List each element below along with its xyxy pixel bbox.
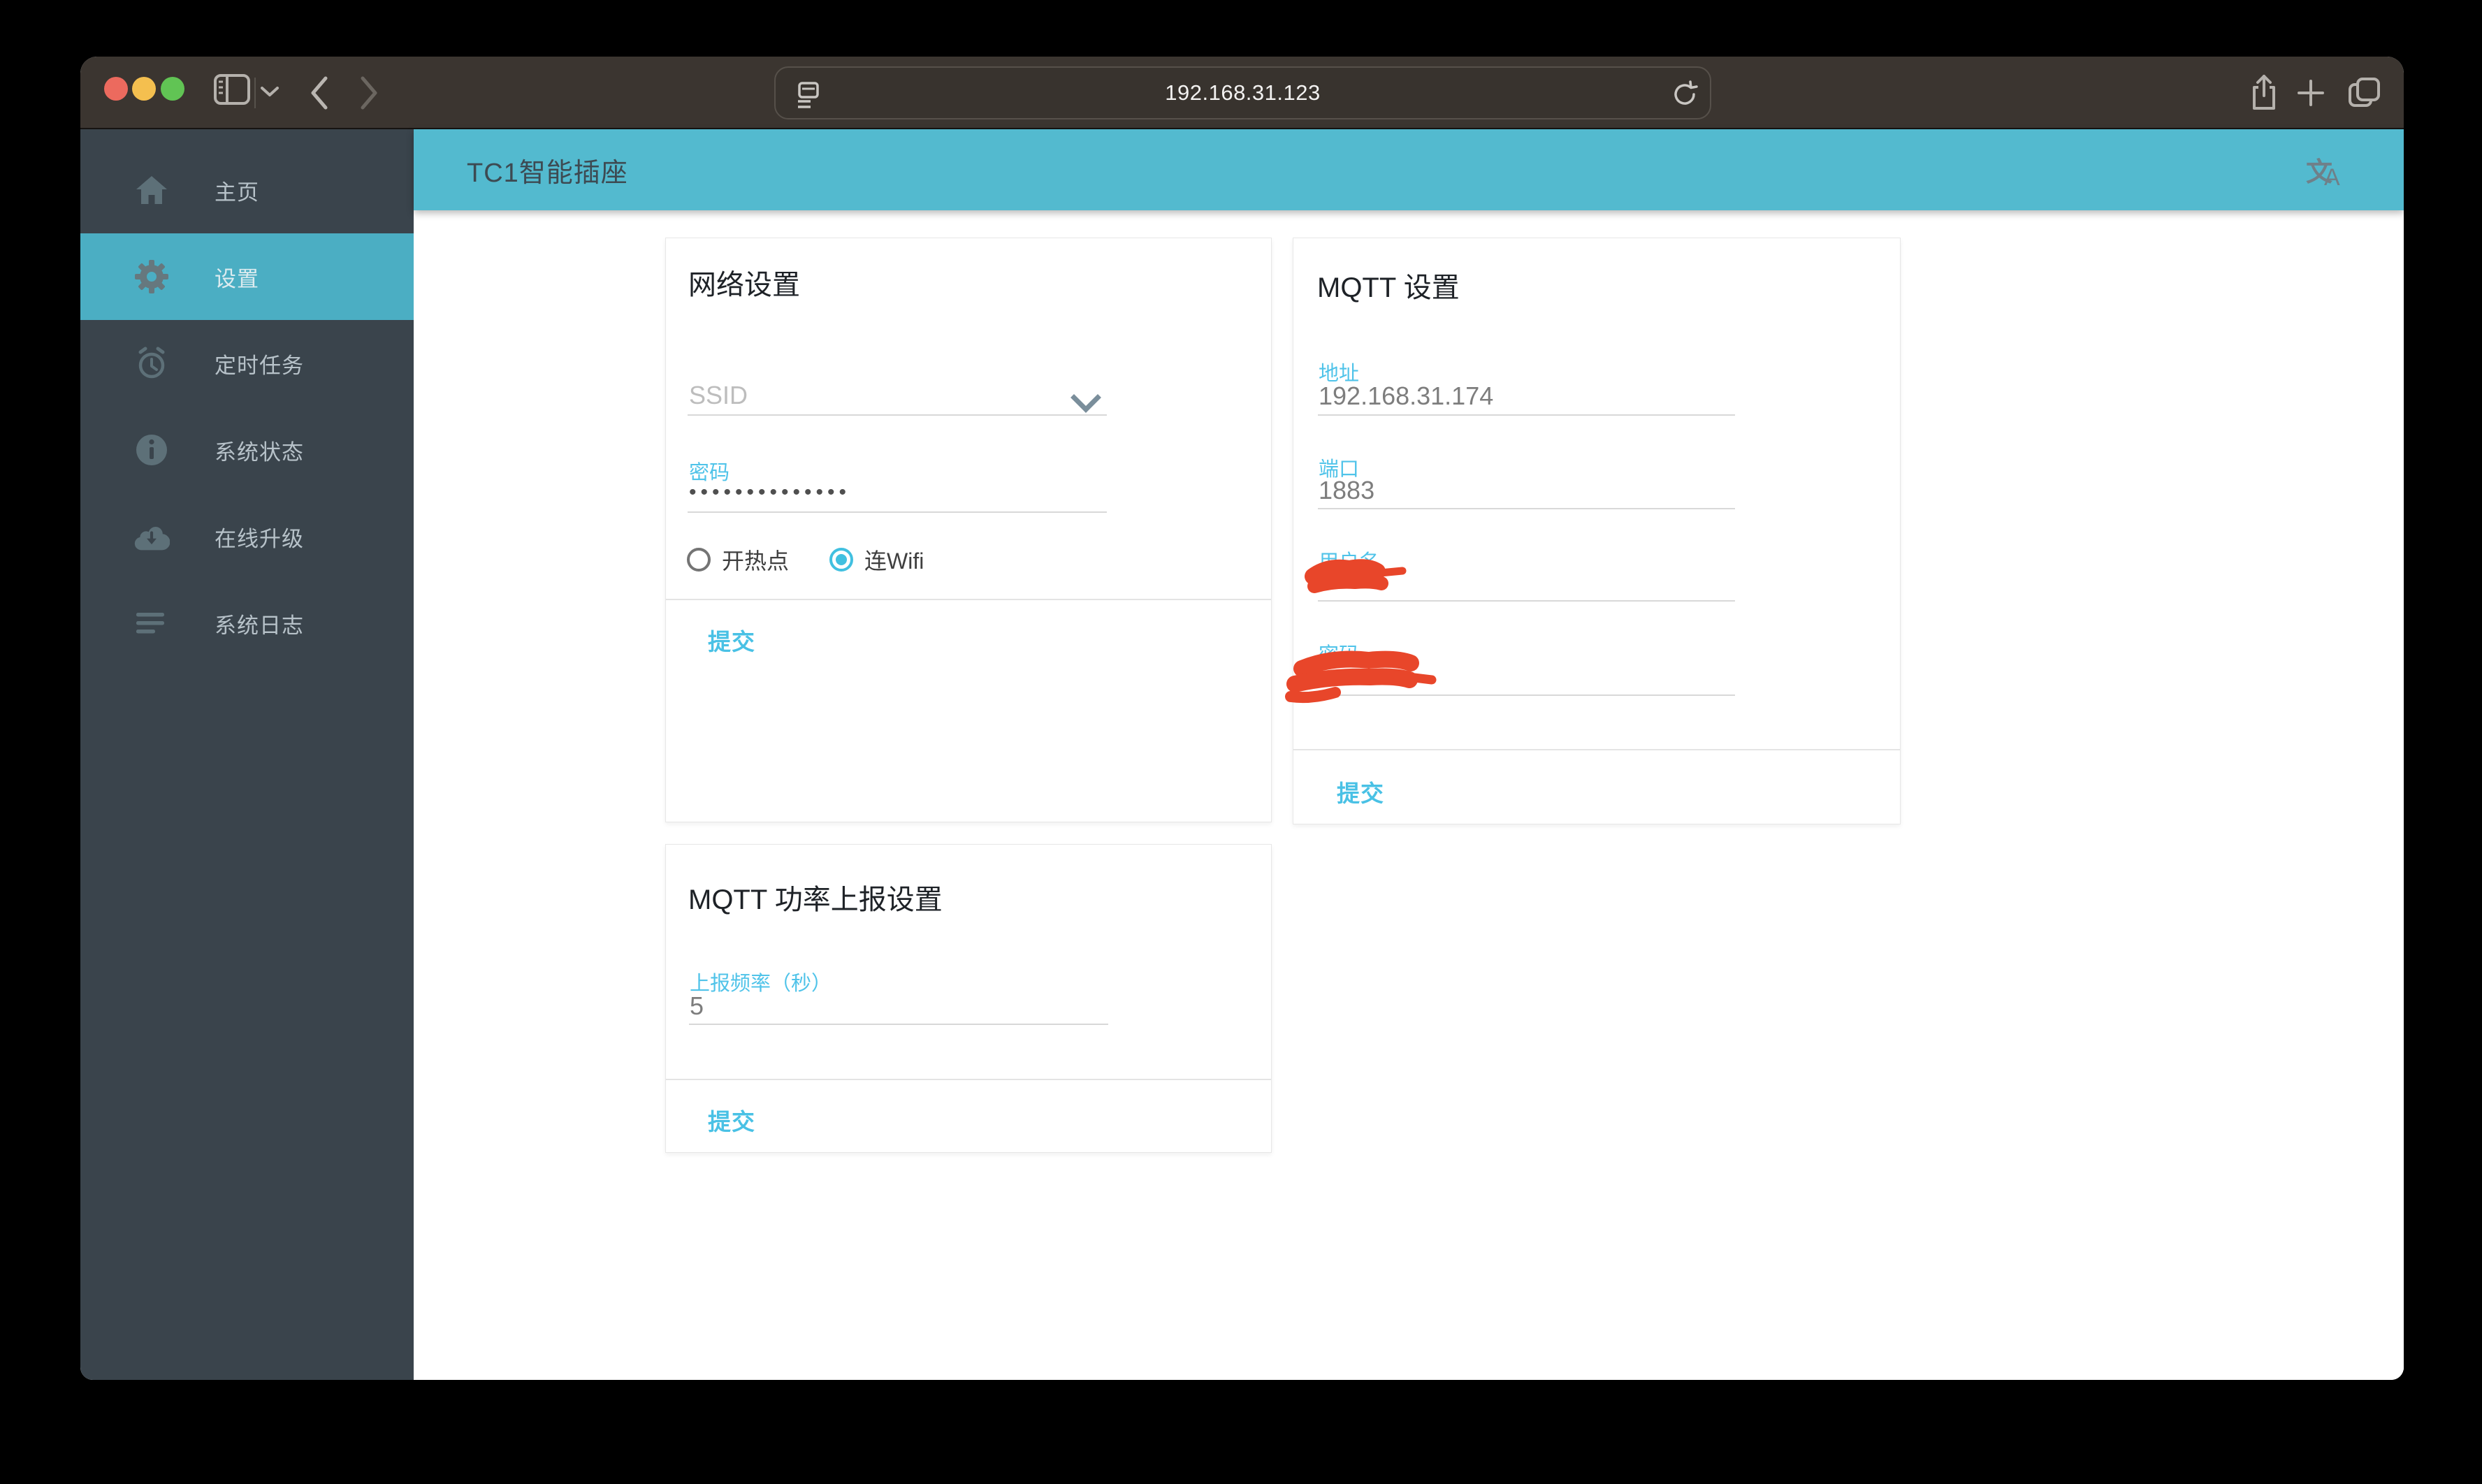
share-icon[interactable] [2250,73,2278,112]
gear-icon [133,259,170,294]
network-settings-card: 网络设置 SSID 密码 •••••••••••••• 开热点 连Wifi 提交 [665,238,1272,822]
translate-icon[interactable]: 文 A [2306,150,2345,191]
reload-icon[interactable] [1671,80,1699,108]
redaction-scribble-password [1285,650,1437,704]
sidebar: 主页 设置 定时任务 系统状态 在线升级 系统日志 [80,129,414,1380]
close-window-button[interactable] [104,77,128,101]
sidebar-item-system-log[interactable]: 系统日志 [80,580,414,667]
radio-hotspot-label[interactable]: 开热点 [722,544,789,576]
minimize-window-button[interactable] [132,77,156,101]
address-bar[interactable]: 192.168.31.123 [774,66,1711,119]
card-title: MQTT 功率上报设置 [688,885,943,915]
mqtt-power-report-card: MQTT 功率上报设置 上报频率（秒） 5 提交 [665,844,1272,1153]
radio-wifi-label[interactable]: 连Wifi [864,544,924,576]
report-frequency-field[interactable]: 5 [690,991,704,1021]
card-action-divider [1293,749,1900,750]
card-action-divider [666,1079,1271,1080]
select-chevron-icon[interactable] [1070,393,1102,414]
mqtt-port-field[interactable]: 1883 [1319,476,1374,505]
browser-window: 192.168.31.123 主页 设置 定时任务 系统状态 在线升级 系统日志… [80,57,2404,1380]
power-submit-button[interactable]: 提交 [708,1103,755,1137]
card-title: 网络设置 [688,270,800,300]
app-header: TC1智能插座 文 A [414,129,2404,210]
radio-wifi[interactable] [829,548,854,572]
cloud-download-icon [133,523,170,551]
card-title: MQTT 设置 [1317,272,1460,303]
wifi-mode-radio-group: 开热点 连Wifi [687,544,924,576]
chevron-down-icon[interactable] [259,85,280,99]
wifi-password-field[interactable]: •••••••••••••• [689,481,850,504]
main-area: 主页 设置 定时任务 系统状态 在线升级 系统日志 TC1智能插座 文 A 网络… [80,129,2404,1380]
password-underline [688,511,1107,513]
page-settings-icon[interactable] [794,80,823,110]
mqtt-settings-card: MQTT 设置 地址 192.168.31.174 端口 1883 用户名 密码… [1285,238,1901,824]
alarm-clock-icon [133,346,170,381]
url-text: 192.168.31.123 [1165,80,1321,105]
tab-overview-icon[interactable] [2347,76,2382,110]
sidebar-item-home[interactable]: 主页 [80,147,414,233]
page-title: TC1智能插座 [467,158,628,188]
sidebar-item-system-status[interactable]: 系统状态 [80,407,414,493]
forward-button-icon[interactable] [357,75,381,111]
sidebar-item-timer-tasks[interactable]: 定时任务 [80,320,414,407]
mqtt-submit-button[interactable]: 提交 [1337,775,1384,808]
report-frequency-label: 上报频率（秒） [690,973,832,995]
ssid-select[interactable]: SSID [689,381,748,410]
info-icon [133,433,170,467]
sidebar-toggle-icon[interactable] [213,73,251,106]
sidebar-item-settings[interactable]: 设置 [80,233,414,320]
new-tab-icon[interactable] [2297,79,2325,107]
browser-toolbar: 192.168.31.123 [80,57,2404,129]
zoom-window-button[interactable] [161,77,184,101]
radio-hotspot[interactable] [687,548,711,572]
card-action-divider [666,599,1271,600]
home-icon [133,175,170,205]
back-button-icon[interactable] [307,75,331,111]
page-content: 网络设置 SSID 密码 •••••••••••••• 开热点 连Wifi 提交… [414,210,2404,1380]
mqtt-address-field[interactable]: 192.168.31.174 [1319,381,1493,411]
network-submit-button[interactable]: 提交 [708,623,755,657]
page-column: TC1智能插座 文 A 网络设置 SSID 密码 •••••••••••••• [414,129,2404,1380]
sidebar-item-online-upgrade[interactable]: 在线升级 [80,493,414,580]
ssid-underline [688,414,1107,416]
toolbar-separator [254,78,256,108]
log-list-icon [133,610,170,636]
redaction-scribble-username [1305,559,1407,593]
